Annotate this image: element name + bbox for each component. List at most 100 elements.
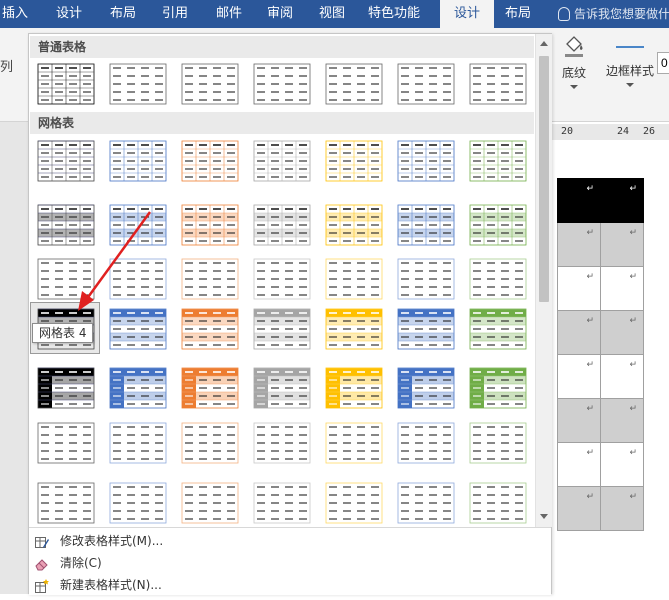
grid-table-style-r6-c4[interactable]: [253, 422, 311, 466]
grid-table-style-r4-c6[interactable]: [397, 308, 455, 352]
new-style-menu-item[interactable]: 新建表格样式(N)...: [29, 574, 551, 596]
grid-table-style-r7-c7[interactable]: [469, 482, 527, 526]
grid-table-style-r1-c1[interactable]: [37, 140, 95, 184]
grid-table-style-r7-c6[interactable]: [397, 482, 455, 526]
grid-table-style-r3-c6[interactable]: [397, 258, 455, 302]
tab-5[interactable]: 审阅: [262, 0, 298, 28]
grid-table-style-r3-c3[interactable]: [181, 258, 239, 302]
table-cell[interactable]: ↵: [557, 354, 601, 399]
horizontal-ruler[interactable]: 20 24 26: [551, 124, 669, 140]
table-row[interactable]: ↵ ↵: [557, 442, 644, 487]
table-row[interactable]: ↵ ↵: [557, 178, 644, 223]
table-row[interactable]: ↵ ↵: [557, 310, 644, 355]
grid-table-style-r1-c7[interactable]: [469, 140, 527, 184]
plain-table-style-3[interactable]: [181, 63, 239, 107]
tab-0[interactable]: 插入: [0, 0, 30, 28]
grid-table-style-r7-c3[interactable]: [181, 482, 239, 526]
table-row[interactable]: ↵ ↵: [557, 266, 644, 311]
table-cell[interactable]: ↵: [600, 442, 644, 487]
plain-table-style-6[interactable]: [397, 63, 455, 107]
table-cell[interactable]: ↵: [600, 178, 644, 223]
tab-1[interactable]: 设计: [52, 0, 86, 28]
tell-me-search[interactable]: 告诉我您想要做什: [558, 0, 669, 28]
table-cell[interactable]: ↵: [557, 398, 601, 443]
scroll-up-icon[interactable]: [538, 38, 550, 50]
clear-style-menu-item[interactable]: 清除(C): [29, 552, 551, 574]
tab-4[interactable]: 邮件: [212, 0, 246, 28]
table-cell[interactable]: ↵: [557, 442, 601, 487]
grid-table-style-r6-c1[interactable]: [37, 422, 95, 466]
table-cell[interactable]: ↵: [557, 486, 601, 531]
table-cell[interactable]: ↵: [600, 222, 644, 267]
tab-3[interactable]: 引用: [158, 0, 192, 28]
grid-table-style-r2-c4[interactable]: [253, 204, 311, 248]
grid-table-style-r3-c4[interactable]: [253, 258, 311, 302]
plain-table-style-2[interactable]: [109, 63, 167, 107]
table-row[interactable]: ↵ ↵: [557, 222, 644, 267]
grid-table-style-r5-c1[interactable]: [37, 367, 95, 411]
table-cell[interactable]: ↵: [557, 178, 601, 223]
table-cell[interactable]: ↵: [600, 486, 644, 531]
scrollbar-thumb[interactable]: [539, 56, 549, 302]
grid-table-style-r7-c2[interactable]: [109, 482, 167, 526]
grid-table-style-r6-c2[interactable]: [109, 422, 167, 466]
table-cell[interactable]: ↵: [557, 222, 601, 267]
border-styles-button[interactable]: 边框样式: [602, 34, 658, 98]
modify-style-menu-item[interactable]: 修改表格样式(M)...: [29, 530, 551, 552]
grid-table-style-r5-c7[interactable]: [469, 367, 527, 411]
grid-table-style-r2-c3[interactable]: [181, 204, 239, 248]
grid-table-style-r5-c3[interactable]: [181, 367, 239, 411]
grid-table-style-r3-c1[interactable]: [37, 258, 95, 302]
grid-table-style-r7-c4[interactable]: [253, 482, 311, 526]
grid-table-style-r2-c5[interactable]: [325, 204, 383, 248]
table-cell[interactable]: ↵: [557, 266, 601, 311]
grid-table-style-r2-c7[interactable]: [469, 204, 527, 248]
tab-7[interactable]: 特色功能: [366, 0, 422, 28]
grid-table-style-r1-c4[interactable]: [253, 140, 311, 184]
plain-table-style-7[interactable]: [469, 63, 527, 107]
grid-table-style-r5-c2[interactable]: [109, 367, 167, 411]
table-cell[interactable]: ↵: [557, 310, 601, 355]
grid-table-style-r5-c6[interactable]: [397, 367, 455, 411]
gallery-scrollbar[interactable]: [535, 34, 552, 527]
grid-table-style-r4-c4[interactable]: [253, 308, 311, 352]
tab-9[interactable]: 布局: [498, 0, 538, 28]
grid-table-style-r1-c6[interactable]: [397, 140, 455, 184]
grid-table-style-r1-c5[interactable]: [325, 140, 383, 184]
document-table[interactable]: ↵ ↵ ↵ ↵ ↵ ↵ ↵ ↵ ↵ ↵ ↵ ↵ ↵ ↵ ↵ ↵: [557, 178, 644, 531]
grid-table-style-r1-c2[interactable]: [109, 140, 167, 184]
table-cell[interactable]: ↵: [600, 398, 644, 443]
plain-table-style-5[interactable]: [325, 63, 383, 107]
grid-table-style-r3-c7[interactable]: [469, 258, 527, 302]
table-cell[interactable]: ↵: [600, 266, 644, 311]
tab-2[interactable]: 布局: [106, 0, 140, 28]
grid-table-style-r7-c5[interactable]: [325, 482, 383, 526]
table-row[interactable]: ↵ ↵: [557, 486, 644, 531]
grid-table-style-r7-c1[interactable]: [37, 482, 95, 526]
grid-table-style-r4-c7[interactable]: [469, 308, 527, 352]
plain-table-style-1[interactable]: [37, 63, 95, 107]
grid-table-style-r5-c5[interactable]: [325, 367, 383, 411]
grid-table-style-r4-c5[interactable]: [325, 308, 383, 352]
grid-table-style-r5-c4[interactable]: [253, 367, 311, 411]
grid-table-style-r3-c2[interactable]: [109, 258, 167, 302]
scroll-down-icon[interactable]: [538, 511, 550, 523]
grid-table-style-r4-c3[interactable]: [181, 308, 239, 352]
grid-table-style-r4-c2[interactable]: [109, 308, 167, 352]
pen-width-input[interactable]: 0: [657, 52, 669, 74]
grid-table-style-r6-c7[interactable]: [469, 422, 527, 466]
grid-table-style-r2-c6[interactable]: [397, 204, 455, 248]
grid-table-style-r2-c1[interactable]: [37, 204, 95, 248]
table-row[interactable]: ↵ ↵: [557, 398, 644, 443]
grid-table-style-r6-c3[interactable]: [181, 422, 239, 466]
grid-table-style-r6-c5[interactable]: [325, 422, 383, 466]
grid-table-style-r6-c6[interactable]: [397, 422, 455, 466]
grid-table-style-r3-c5[interactable]: [325, 258, 383, 302]
table-row[interactable]: ↵ ↵: [557, 354, 644, 399]
grid-table-style-r2-c2[interactable]: [109, 204, 167, 248]
grid-table-style-r1-c3[interactable]: [181, 140, 239, 184]
tab-6[interactable]: 视图: [314, 0, 350, 28]
plain-table-style-4[interactable]: [253, 63, 311, 107]
shading-button[interactable]: 底纹: [556, 34, 592, 98]
table-cell[interactable]: ↵: [600, 354, 644, 399]
